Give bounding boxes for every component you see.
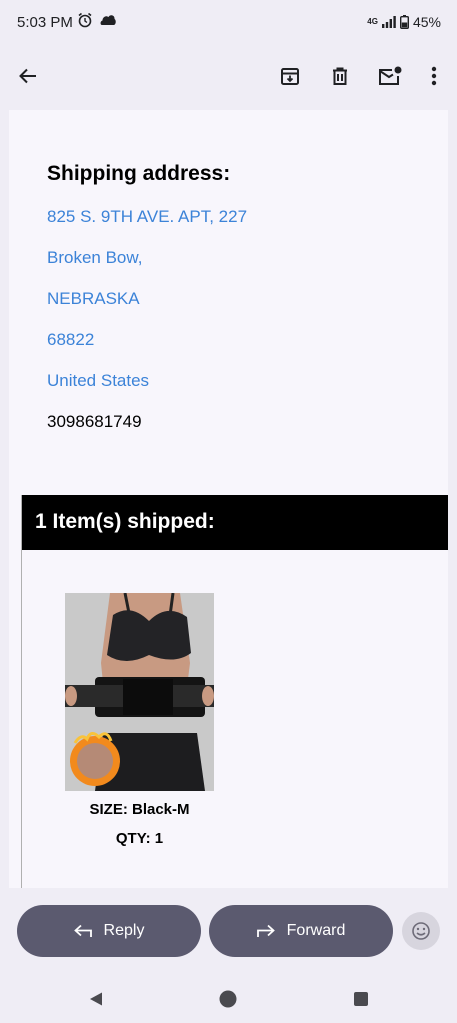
product-size: SIZE: Black-M	[89, 801, 190, 818]
network-type: 4G	[367, 17, 378, 26]
product-image[interactable]	[65, 593, 214, 791]
back-arrow-icon[interactable]	[16, 64, 40, 88]
cloud-icon	[100, 15, 116, 25]
battery-icon	[399, 15, 409, 29]
items-header-text: 1 Item(s) shipped:	[35, 510, 215, 533]
status-time: 5:03 PM	[17, 14, 73, 31]
alarm-icon	[78, 12, 92, 28]
mark-unread-icon[interactable]	[378, 64, 402, 88]
status-bar: 5:03 PM 4G 45%	[0, 0, 457, 44]
battery-level: 45%	[412, 14, 441, 30]
nav-home-icon[interactable]	[218, 989, 238, 1009]
address-state[interactable]: NEBRASKA	[47, 289, 140, 309]
email-body: Shipping address: 825 S. 9TH AVE. APT, 2…	[9, 110, 448, 888]
nav-recents-icon[interactable]	[351, 989, 371, 1009]
shipping-heading: Shipping address:	[47, 162, 231, 185]
phone-number: 3098681749	[47, 412, 142, 431]
smiley-icon	[412, 922, 430, 940]
emoji-reaction-button[interactable]	[402, 912, 440, 950]
system-nav-bar	[0, 975, 457, 1023]
product-qty: QTY: 1	[115, 830, 164, 847]
address-city[interactable]: Broken Bow,	[47, 248, 142, 268]
delete-icon[interactable]	[328, 64, 352, 88]
signal-icon	[381, 16, 396, 28]
reply-button[interactable]: Reply	[17, 905, 201, 957]
nav-back-icon[interactable]	[86, 989, 106, 1009]
forward-icon	[256, 924, 275, 937]
address-street[interactable]: 825 S. 9TH AVE. APT, 227	[47, 207, 247, 227]
app-bar	[0, 44, 457, 108]
reply-label: Reply	[103, 922, 145, 939]
reply-icon	[73, 924, 92, 937]
address-zip[interactable]: 68822	[47, 330, 94, 350]
more-icon[interactable]	[422, 64, 446, 88]
forward-button[interactable]: Forward	[209, 905, 393, 957]
archive-icon[interactable]	[278, 64, 302, 88]
items-header: 1 Item(s) shipped:	[22, 495, 448, 550]
forward-label: Forward	[286, 922, 346, 939]
address-country[interactable]: United States	[47, 371, 149, 391]
status-right: 4G 45%	[367, 14, 441, 30]
shipped-items-section: 1 Item(s) shipped: SIZE: Black-M QTY: 1	[21, 495, 448, 888]
